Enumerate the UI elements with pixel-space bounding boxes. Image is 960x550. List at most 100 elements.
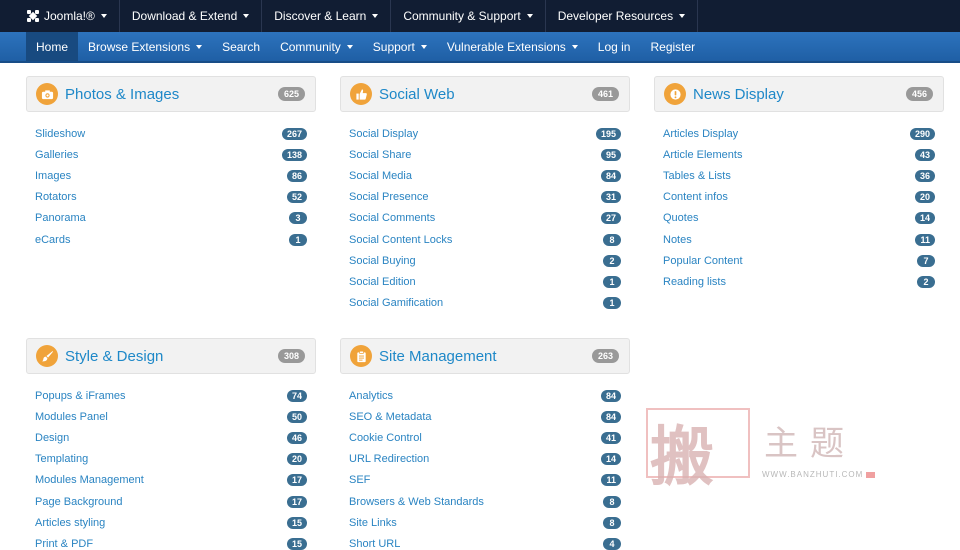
panel-header[interactable]: News Display 456 xyxy=(654,76,944,112)
list-item[interactable]: Social Content Locks 8 xyxy=(349,229,621,250)
list-item[interactable]: Analytics 84 xyxy=(349,385,621,406)
topbar-item-discover-learn[interactable]: Discover & Learn xyxy=(262,0,392,32)
list-item[interactable]: Popups & iFrames 74 xyxy=(35,385,307,406)
subcategory-link[interactable]: Social Content Locks xyxy=(349,234,452,246)
list-item[interactable]: Images 86 xyxy=(35,165,307,186)
panel-header[interactable]: Style & Design 308 xyxy=(26,338,316,374)
subcategory-link[interactable]: Templating xyxy=(35,453,88,465)
list-item[interactable]: eCards 1 xyxy=(35,229,307,250)
list-item[interactable]: Modules Management 17 xyxy=(35,470,307,491)
list-item[interactable]: Design 46 xyxy=(35,427,307,448)
subcategory-link[interactable]: Print & PDF xyxy=(35,538,93,550)
subcategory-link[interactable]: Articles styling xyxy=(35,517,105,529)
subcategory-link[interactable]: Reading lists xyxy=(663,276,726,288)
subcategory-link[interactable]: Content infos xyxy=(663,191,728,203)
subcategory-link[interactable]: Popups & iFrames xyxy=(35,390,125,402)
nav-item-browse-extensions[interactable]: Browse Extensions xyxy=(78,32,212,61)
count-badge: 2 xyxy=(917,275,935,288)
list-item[interactable]: Social Edition 1 xyxy=(349,271,621,292)
subcategory-link[interactable]: Notes xyxy=(663,234,692,246)
subcategory-link[interactable]: Social Comments xyxy=(349,212,435,224)
subcategory-link[interactable]: Site Links xyxy=(349,517,397,529)
list-item[interactable]: Short URL 4 xyxy=(349,533,621,550)
count-badge: 27 xyxy=(600,212,621,225)
list-item[interactable]: Social Presence 31 xyxy=(349,187,621,208)
list-item[interactable]: Reading lists 2 xyxy=(663,271,935,292)
nav-item-register[interactable]: Register xyxy=(640,32,705,61)
list-item[interactable]: Browsers & Web Standards 8 xyxy=(349,491,621,512)
list-item[interactable]: Popular Content 7 xyxy=(663,250,935,271)
list-item[interactable]: Articles Display 290 xyxy=(663,123,935,144)
list-item[interactable]: Print & PDF 15 xyxy=(35,533,307,550)
topbar-item-community-support[interactable]: Community & Support xyxy=(391,0,546,32)
list-item[interactable]: Article Elements 43 xyxy=(663,144,935,165)
subcategory-link[interactable]: Modules Panel xyxy=(35,411,108,423)
list-item[interactable]: Slideshow 267 xyxy=(35,123,307,144)
nav-item-log-in[interactable]: Log in xyxy=(588,32,641,61)
subcategory-link[interactable]: Popular Content xyxy=(663,255,743,267)
subcategory-link[interactable]: URL Redirection xyxy=(349,453,429,465)
subcategory-link[interactable]: Galleries xyxy=(35,149,78,161)
list-item[interactable]: Social Comments 27 xyxy=(349,208,621,229)
topbar-item-joomla[interactable]: Joomla!® xyxy=(0,0,120,32)
subcategory-link[interactable]: Panorama xyxy=(35,212,86,224)
list-item[interactable]: Modules Panel 50 xyxy=(35,406,307,427)
subcategory-link[interactable]: Modules Management xyxy=(35,474,144,486)
nav-item-search[interactable]: Search xyxy=(212,32,270,61)
nav-item-label: Search xyxy=(222,39,261,54)
count-badge: 15 xyxy=(286,537,307,550)
nav-item-vulnerable-extensions[interactable]: Vulnerable Extensions xyxy=(437,32,588,61)
list-item[interactable]: Panorama 3 xyxy=(35,208,307,229)
subcategory-link[interactable]: Rotators xyxy=(35,191,77,203)
subcategory-link[interactable]: Social Gamification xyxy=(349,297,443,309)
subcategory-link[interactable]: SEF xyxy=(349,474,370,486)
list-item[interactable]: URL Redirection 14 xyxy=(349,449,621,470)
list-item[interactable]: Cookie Control 41 xyxy=(349,427,621,448)
list-item[interactable]: Social Share 95 xyxy=(349,144,621,165)
subcategory-link[interactable]: Social Share xyxy=(349,149,411,161)
topbar-item-developer-resources[interactable]: Developer Resources xyxy=(546,0,699,32)
list-item[interactable]: Social Gamification 1 xyxy=(349,293,621,314)
nav-item-support[interactable]: Support xyxy=(363,32,437,61)
topbar-item-download-extend[interactable]: Download & Extend xyxy=(120,0,263,32)
subcategory-link[interactable]: Page Background xyxy=(35,496,122,508)
list-item[interactable]: Social Buying 2 xyxy=(349,250,621,271)
subcategory-link[interactable]: Article Elements xyxy=(663,149,742,161)
subcategory-link[interactable]: Social Buying xyxy=(349,255,416,267)
subcategory-link[interactable]: Social Presence xyxy=(349,191,429,203)
list-item[interactable]: SEF 11 xyxy=(349,470,621,491)
nav-item-community[interactable]: Community xyxy=(270,32,363,61)
list-item[interactable]: Site Links 8 xyxy=(349,512,621,533)
subcategory-link[interactable]: eCards xyxy=(35,234,70,246)
subcategory-link[interactable]: Tables & Lists xyxy=(663,170,731,182)
subcategory-link[interactable]: Design xyxy=(35,432,69,444)
subcategory-link[interactable]: Images xyxy=(35,170,71,182)
list-item[interactable]: Notes 11 xyxy=(663,229,935,250)
list-item[interactable]: Articles styling 15 xyxy=(35,512,307,533)
list-item[interactable]: Templating 20 xyxy=(35,449,307,470)
list-item[interactable]: Tables & Lists 36 xyxy=(663,165,935,186)
panel-header[interactable]: Site Management 263 xyxy=(340,338,630,374)
list-item[interactable]: Galleries 138 xyxy=(35,144,307,165)
subcategory-link[interactable]: Social Display xyxy=(349,128,418,140)
panel-header[interactable]: Social Web 461 xyxy=(340,76,630,112)
nav-item-home[interactable]: Home xyxy=(26,32,79,61)
panel-header[interactable]: Photos & Images 625 xyxy=(26,76,316,112)
subcategory-link[interactable]: Quotes xyxy=(663,212,698,224)
subcategory-link[interactable]: Short URL xyxy=(349,538,400,550)
subcategory-link[interactable]: Browsers & Web Standards xyxy=(349,496,484,508)
subcategory-link[interactable]: Analytics xyxy=(349,390,393,402)
list-item[interactable]: Social Media 84 xyxy=(349,165,621,186)
subcategory-link[interactable]: Cookie Control xyxy=(349,432,422,444)
list-item[interactable]: Content infos 20 xyxy=(663,187,935,208)
list-item[interactable]: Rotators 52 xyxy=(35,187,307,208)
list-item[interactable]: Page Background 17 xyxy=(35,491,307,512)
subcategory-link[interactable]: Social Edition xyxy=(349,276,416,288)
subcategory-link[interactable]: Social Media xyxy=(349,170,412,182)
list-item[interactable]: Quotes 14 xyxy=(663,208,935,229)
list-item[interactable]: Social Display 195 xyxy=(349,123,621,144)
subcategory-link[interactable]: Slideshow xyxy=(35,128,85,140)
subcategory-link[interactable]: Articles Display xyxy=(663,128,738,140)
list-item[interactable]: SEO & Metadata 84 xyxy=(349,406,621,427)
subcategory-link[interactable]: SEO & Metadata xyxy=(349,411,432,423)
